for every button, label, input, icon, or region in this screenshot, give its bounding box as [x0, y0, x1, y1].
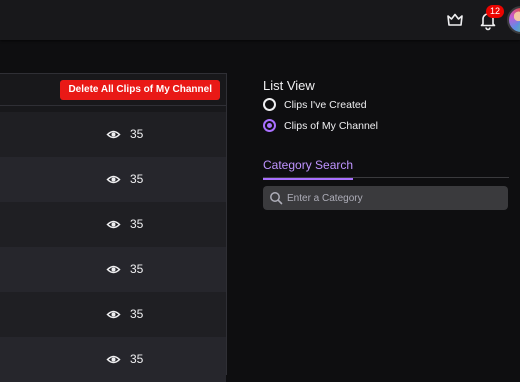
eye-icon	[106, 172, 121, 187]
avatar[interactable]	[507, 6, 520, 34]
clips-table-header: Delete All Clips of My Channel	[0, 74, 226, 106]
delete-all-clips-button[interactable]: Delete All Clips of My Channel	[60, 80, 220, 100]
notification-badge: 12	[486, 5, 504, 18]
eye-icon	[106, 352, 121, 367]
eye-icon	[106, 307, 121, 322]
view-count: 35	[130, 262, 144, 276]
crown-icon[interactable]	[445, 10, 465, 30]
view-count: 35	[130, 217, 144, 231]
category-search-box[interactable]	[263, 186, 508, 210]
radio-clips-created[interactable]: Clips I've Created	[263, 95, 509, 114]
radio-button[interactable]	[263, 98, 276, 111]
view-count: 35	[130, 127, 144, 141]
eye-icon	[106, 262, 121, 277]
radio-clips-my-channel[interactable]: Clips of My Channel	[263, 116, 509, 135]
table-row[interactable]: 35	[0, 112, 226, 157]
table-row[interactable]: 35	[0, 157, 226, 202]
category-search-input[interactable]	[287, 186, 502, 210]
table-row[interactable]: 35	[0, 247, 226, 292]
table-row[interactable]: 35	[0, 337, 226, 382]
top-nav-bar: 12	[0, 0, 520, 40]
view-count: 35	[130, 172, 144, 186]
radio-label: Clips of My Channel	[284, 119, 378, 132]
filter-panel: List View Clips I've Created Clips of My…	[263, 78, 509, 210]
view-count: 35	[130, 352, 144, 366]
table-row[interactable]: 35	[0, 292, 226, 337]
list-view-title: List View	[263, 78, 315, 93]
search-icon	[269, 191, 283, 205]
eye-icon	[106, 127, 121, 142]
eye-icon	[106, 217, 121, 232]
view-count: 35	[130, 307, 144, 321]
radio-button-selected[interactable]	[263, 119, 276, 132]
clips-table: Delete All Clips of My Channel 35 35 35 35 3…	[0, 73, 227, 382]
table-row[interactable]: 35	[0, 202, 226, 247]
radio-label: Clips I've Created	[284, 98, 367, 111]
tab-category-search[interactable]: Category Search	[263, 158, 354, 180]
category-search-tab-bar: Category Search	[263, 156, 509, 180]
